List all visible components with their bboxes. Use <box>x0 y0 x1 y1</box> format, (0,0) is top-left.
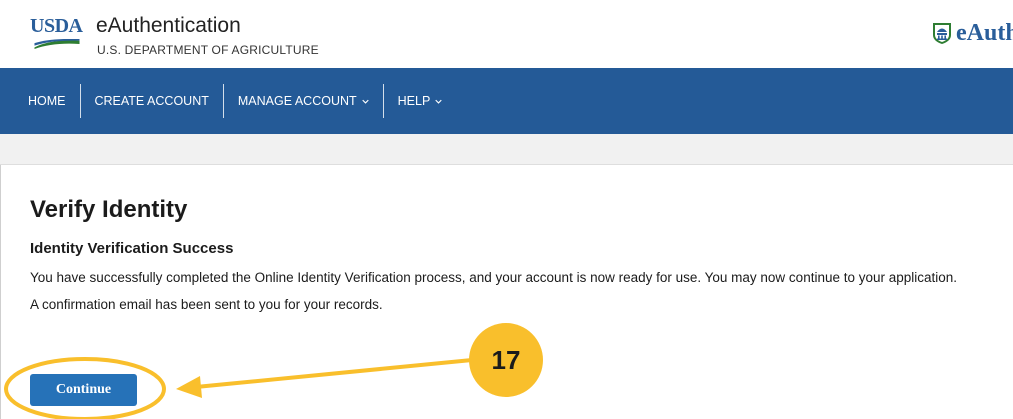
step-number-badge: 17 <box>469 323 543 397</box>
usda-logo-text: USDA <box>30 15 83 37</box>
page-title: Verify Identity <box>30 196 188 223</box>
nav-item-label: MANAGE ACCOUNT <box>237 94 357 108</box>
nav-item-label: CREATE ACCOUNT <box>94 94 209 108</box>
main-nav: HOME CREATE ACCOUNT MANAGE ACCOUNT HELP <box>0 68 1013 134</box>
chevron-down-icon <box>361 99 369 104</box>
chevron-down-icon <box>435 99 442 104</box>
nav-item-create-account[interactable]: CREATE ACCOUNT <box>81 84 224 118</box>
eauth-logo[interactable]: eAuth <box>930 18 1013 48</box>
brand-title[interactable]: eAuthentication <box>96 14 241 38</box>
main-content: Verify Identity Identity Verification Su… <box>30 195 1005 314</box>
nav-item-manage-account[interactable]: MANAGE ACCOUNT <box>224 84 384 118</box>
section-subtitle: Identity Verification Success <box>30 240 234 257</box>
site-header: USDA eAuthentication U.S. DEPARTMENT OF … <box>0 0 1013 68</box>
usda-swoosh-icon <box>34 38 80 49</box>
eauth-logo-text: eAuth <box>956 20 1013 46</box>
nav-item-label: HOME <box>28 94 66 108</box>
continue-button[interactable]: Continue <box>30 374 137 406</box>
nav-item-help[interactable]: HELP <box>384 84 457 118</box>
capitol-shield-icon <box>933 23 951 44</box>
usda-logo[interactable]: USDA <box>30 16 84 56</box>
nav-item-home[interactable]: HOME <box>0 84 81 118</box>
brand-subtitle: U.S. DEPARTMENT OF AGRICULTURE <box>97 43 319 57</box>
nav-item-label: HELP <box>397 94 431 108</box>
breadcrumb-bar <box>0 134 1013 165</box>
success-message: You have successfully completed the Onli… <box>30 270 958 285</box>
confirmation-message: A confirmation email has been sent to yo… <box>30 297 383 312</box>
